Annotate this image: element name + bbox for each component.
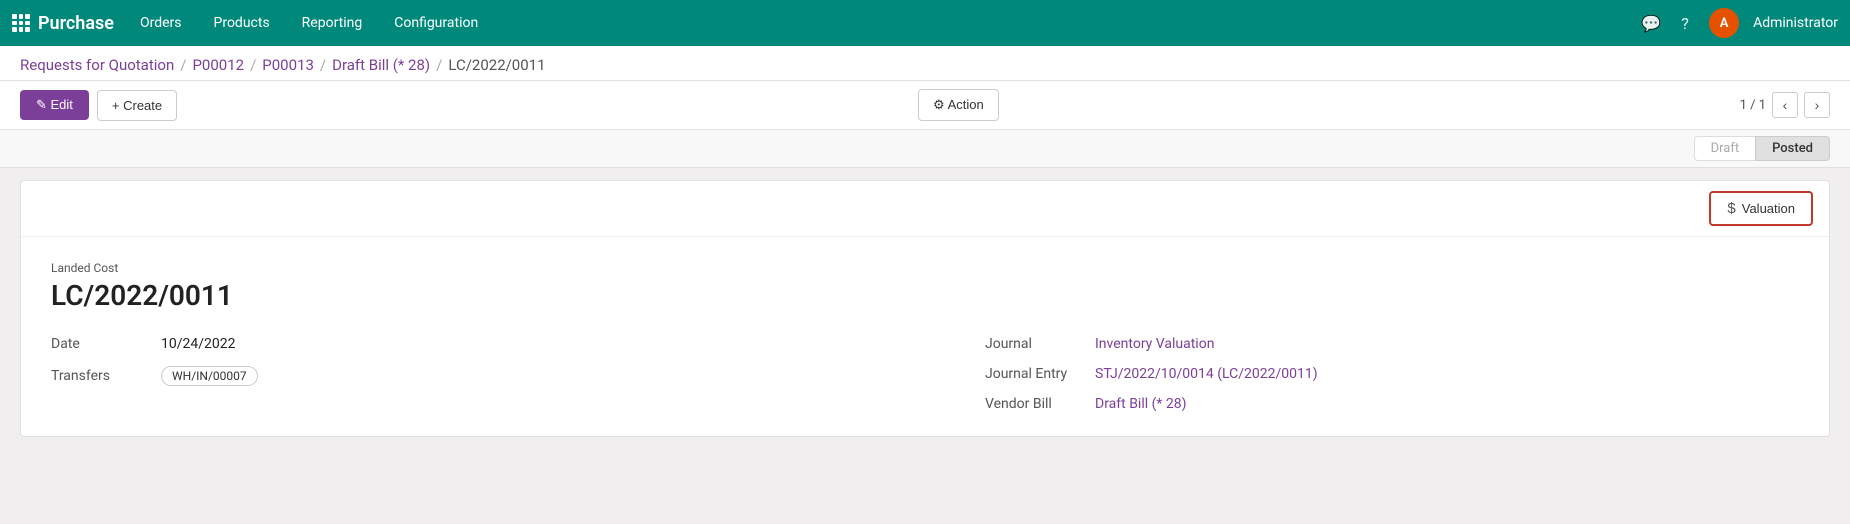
field-date-row: Date 10/24/2022	[51, 336, 925, 352]
form-card-header: $ Valuation	[21, 181, 1829, 237]
field-journal-entry-row: Journal Entry STJ/2022/10/0014 (LC/2022/…	[985, 366, 1799, 382]
field-vendor-bill-label: Vendor Bill	[985, 396, 1095, 412]
form-left: Date 10/24/2022 Transfers WH/IN/00007	[51, 336, 925, 412]
field-journal-entry-label: Journal Entry	[985, 366, 1095, 382]
breadcrumb-p00013[interactable]: P00013	[262, 56, 314, 74]
field-journal-label: Journal	[985, 336, 1095, 352]
avatar[interactable]: A	[1709, 8, 1739, 38]
top-navigation: Purchase Orders Products Reporting Confi…	[0, 0, 1850, 46]
help-icon[interactable]: ?	[1675, 13, 1695, 33]
valuation-label: Valuation	[1742, 201, 1795, 216]
topnav-icons: 💬 ? A Administrator	[1641, 8, 1838, 38]
dollar-icon: $	[1727, 200, 1735, 217]
field-vendor-bill-value[interactable]: Draft Bill (* 28)	[1095, 396, 1187, 412]
field-transfers-tag[interactable]: WH/IN/00007	[161, 366, 258, 386]
form-right: Journal Inventory Valuation Journal Entr…	[925, 336, 1799, 412]
nav-reporting[interactable]: Reporting	[288, 9, 377, 37]
form-fields: Date 10/24/2022 Transfers WH/IN/00007 Jo…	[51, 336, 1799, 412]
breadcrumb-rfq[interactable]: Requests for Quotation	[20, 56, 174, 74]
form-body: Landed Cost LC/2022/0011 Date 10/24/2022…	[21, 237, 1829, 436]
field-date-value: 10/24/2022	[161, 336, 236, 352]
action-button[interactable]: ⚙ Action	[918, 89, 999, 121]
breadcrumb-sep-3: /	[320, 56, 326, 74]
status-draft[interactable]: Draft	[1694, 136, 1756, 161]
status-posted[interactable]: Posted	[1755, 136, 1830, 161]
field-vendor-bill-row: Vendor Bill Draft Bill (* 28)	[985, 396, 1799, 412]
nav-orders[interactable]: Orders	[126, 9, 196, 37]
breadcrumb-current: LC/2022/0011	[448, 56, 545, 74]
field-transfers-label: Transfers	[51, 368, 161, 384]
grid-icon	[12, 14, 30, 32]
app-name: Purchase	[38, 13, 114, 34]
breadcrumb-sep-2: /	[250, 56, 256, 74]
field-journal-value[interactable]: Inventory Valuation	[1095, 336, 1214, 352]
breadcrumb: Requests for Quotation / P00012 / P00013…	[0, 46, 1850, 81]
breadcrumb-draftbill[interactable]: Draft Bill (* 28)	[332, 56, 430, 74]
valuation-button[interactable]: $ Valuation	[1709, 191, 1813, 226]
field-transfers-row: Transfers WH/IN/00007	[51, 366, 925, 386]
breadcrumb-sep-1: /	[180, 56, 186, 74]
status-bar: Draft Posted	[0, 130, 1850, 168]
pagination-next[interactable]: ›	[1804, 92, 1830, 118]
breadcrumb-sep-4: /	[436, 56, 442, 74]
form-card: $ Valuation Landed Cost LC/2022/0011 Dat…	[20, 180, 1830, 437]
pagination: 1 / 1 ‹ ›	[1740, 92, 1830, 118]
chat-icon[interactable]: 💬	[1641, 13, 1661, 33]
edit-button[interactable]: ✎ Edit	[20, 90, 89, 120]
app-logo[interactable]: Purchase	[12, 13, 114, 34]
breadcrumb-p00012[interactable]: P00012	[192, 56, 244, 74]
username[interactable]: Administrator	[1753, 15, 1838, 31]
action-bar: ✎ Edit + Create ⚙ Action 1 / 1 ‹ ›	[0, 81, 1850, 130]
nav-configuration[interactable]: Configuration	[380, 9, 492, 37]
pagination-prev[interactable]: ‹	[1772, 92, 1798, 118]
create-button[interactable]: + Create	[97, 90, 177, 121]
nav-products[interactable]: Products	[200, 9, 284, 37]
pagination-count: 1 / 1	[1740, 98, 1766, 113]
field-journal-row: Journal Inventory Valuation	[985, 336, 1799, 352]
section-label: Landed Cost	[51, 261, 1799, 275]
field-date-label: Date	[51, 336, 161, 352]
field-journal-entry-value[interactable]: STJ/2022/10/0014 (LC/2022/0011)	[1095, 366, 1318, 382]
main-content: $ Valuation Landed Cost LC/2022/0011 Dat…	[0, 168, 1850, 449]
form-title: LC/2022/0011	[51, 279, 1799, 312]
